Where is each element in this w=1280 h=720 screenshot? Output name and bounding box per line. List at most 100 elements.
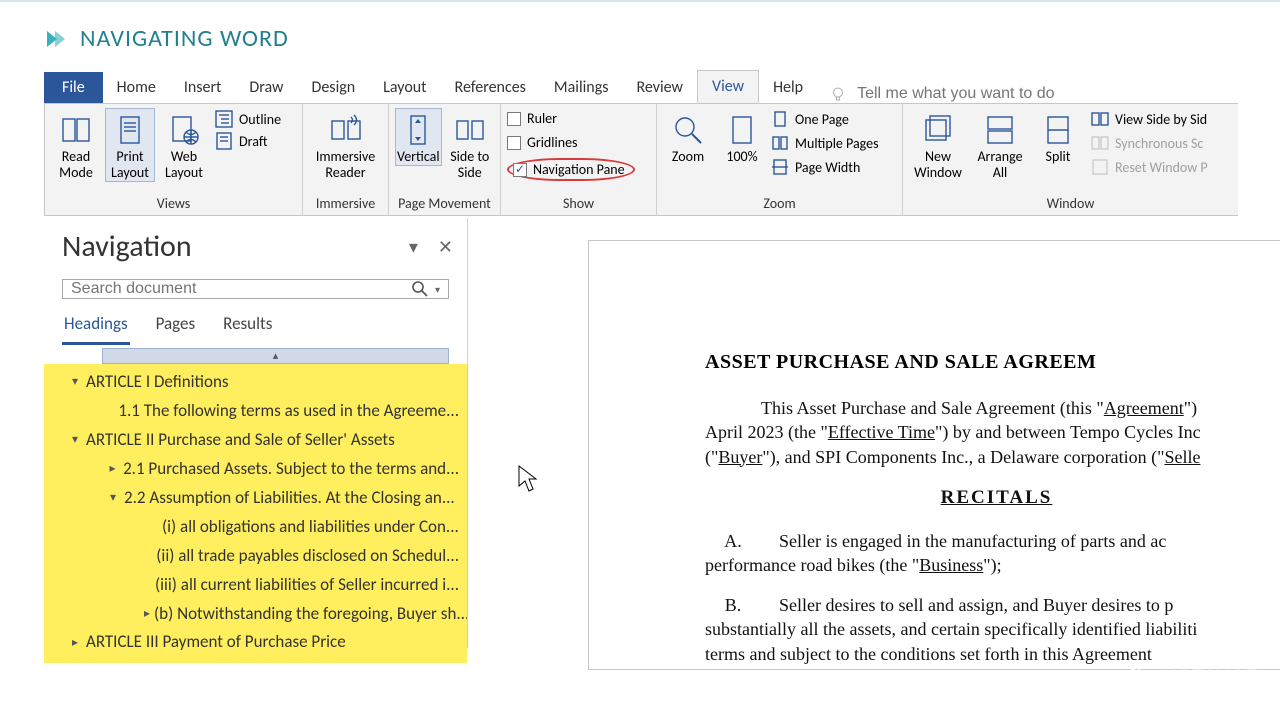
watermark: HOTSHOT: [1131, 663, 1258, 690]
tab-review[interactable]: Review: [622, 72, 697, 103]
group-label-show: Show: [501, 193, 656, 215]
recitals-heading: RECITALS: [705, 485, 1280, 511]
tab-view[interactable]: View: [697, 70, 759, 103]
nav-tree-label: 2.1 Purchased Assets. Subject to the ter…: [123, 458, 459, 481]
document-area[interactable]: ASSET PURCHASE AND SALE AGREEM This Asse…: [468, 218, 1238, 648]
navigation-tabs: Headings Pages Results: [44, 309, 467, 346]
group-label-page-movement: Page Movement: [389, 193, 500, 215]
expander-icon[interactable]: ▸: [68, 635, 82, 651]
multiple-pages-button[interactable]: Multiple Pages: [771, 134, 879, 152]
collapse-all-bar[interactable]: ▴: [102, 348, 449, 364]
tab-mailings[interactable]: Mailings: [540, 72, 623, 103]
side-to-side-button[interactable]: Side to Side: [446, 108, 494, 182]
immersive-reader-button[interactable]: Immersive Reader: [317, 108, 375, 182]
ribbon-tab-row: File Home Insert Draw Design Layout Refe…: [44, 73, 1280, 103]
reset-window-position-button: Reset Window P: [1091, 158, 1208, 176]
tab-file[interactable]: File: [44, 72, 103, 103]
tell-me-input[interactable]: [857, 85, 1117, 103]
print-layout-button[interactable]: Print Layout: [105, 108, 155, 182]
nav-tree-item[interactable]: ▾ARTICLE II Purchase and Sale of Seller'…: [44, 426, 467, 455]
document-body: This Asset Purchase and Sale Agreement (…: [705, 396, 1280, 666]
red-circle-highlight: Navigation Pane: [507, 158, 635, 181]
sync-scroll-icon: [1091, 134, 1109, 152]
navtab-pages[interactable]: Pages: [154, 309, 198, 345]
navigation-search[interactable]: ▾: [62, 279, 449, 299]
navigation-search-input[interactable]: [71, 280, 411, 298]
nav-tree-label: (ii) all trade payables disclosed on Sch…: [156, 545, 459, 568]
zoom-100-button[interactable]: 100%: [717, 108, 767, 166]
arrange-all-button[interactable]: Arrange All: [971, 108, 1029, 182]
chevron-down-icon[interactable]: ▾: [409, 236, 418, 258]
nav-tree-item[interactable]: ▸(b) Notwithstanding the foregoing, Buye…: [44, 600, 467, 629]
book-icon: [59, 113, 93, 147]
group-label-immersive: Immersive: [303, 193, 388, 215]
new-window-button[interactable]: New Window: [909, 108, 967, 182]
nav-tree-item[interactable]: ▾2.2 Assumption of Liabilities. At the C…: [44, 484, 467, 513]
nav-tree-item[interactable]: ▸ARTICLE III Payment of Purchase Price: [44, 628, 467, 657]
expander-icon[interactable]: ▾: [68, 374, 82, 390]
expander-icon[interactable]: ▸: [144, 606, 150, 622]
zoom-button[interactable]: Zoom: [663, 108, 713, 166]
group-label-window: Window: [903, 193, 1238, 215]
ribbon-body: Read Mode Print Layout Web Layout Outlin…: [44, 103, 1238, 216]
nav-tree-label: 1.1 The following terms as used in the A…: [118, 400, 459, 423]
tell-me-search[interactable]: [829, 85, 1117, 103]
app-title-bar: NAVIGATING WORD: [0, 0, 1280, 75]
navtab-results[interactable]: Results: [221, 309, 274, 345]
search-icon[interactable]: [411, 280, 429, 298]
outline-button[interactable]: Outline: [215, 110, 281, 128]
one-page-button[interactable]: One Page: [771, 110, 879, 128]
new-window-icon: [921, 113, 955, 147]
draft-icon: [215, 132, 233, 150]
read-mode-button[interactable]: Read Mode: [51, 108, 101, 182]
reset-window-icon: [1091, 158, 1109, 176]
search-dropdown-icon[interactable]: ▾: [435, 283, 440, 296]
group-label-views: Views: [45, 193, 302, 215]
tab-layout[interactable]: Layout: [369, 72, 440, 103]
tab-help[interactable]: Help: [759, 72, 817, 103]
split-button[interactable]: Split: [1033, 108, 1083, 166]
page-100-icon: [725, 113, 759, 147]
nav-tree-item[interactable]: ▾ARTICLE I Definitions: [44, 368, 467, 397]
ruler-checkbox[interactable]: Ruler: [507, 110, 635, 127]
arrange-all-icon: [983, 113, 1017, 147]
draft-button[interactable]: Draft: [215, 132, 281, 150]
watermark-text: HOTSHOT: [1162, 663, 1258, 690]
outline-icon: [215, 110, 233, 128]
gridlines-checkbox[interactable]: Gridlines: [507, 134, 635, 151]
navtab-headings[interactable]: Headings: [62, 309, 130, 345]
expander-icon[interactable]: ▾: [68, 432, 82, 448]
cursor-icon: [516, 464, 538, 494]
expander-icon[interactable]: ▸: [106, 461, 119, 477]
vertical-button[interactable]: Vertical: [395, 108, 442, 166]
nav-tree-label: ARTICLE III Payment of Purchase Price: [86, 631, 346, 654]
lightbulb-icon: [829, 85, 847, 103]
view-side-by-side-button[interactable]: View Side by Sid: [1091, 110, 1208, 128]
navigation-pane-checkbox[interactable]: Navigation Pane: [507, 158, 635, 181]
tab-home[interactable]: Home: [103, 72, 170, 103]
tab-design[interactable]: Design: [298, 72, 370, 103]
side-to-side-icon: [453, 113, 487, 147]
navigation-tree: ▾ARTICLE I Definitions 1.1 The following …: [44, 364, 467, 663]
immersive-reader-icon: [329, 113, 363, 147]
nav-tree-item[interactable]: (i) all obligations and liabilities unde…: [44, 513, 467, 542]
close-icon[interactable]: ✕: [438, 236, 453, 258]
document-title: ASSET PURCHASE AND SALE AGREEM: [705, 351, 1280, 374]
expander-icon[interactable]: ▾: [106, 490, 120, 506]
web-layout-button[interactable]: Web Layout: [159, 108, 209, 182]
nav-tree-item[interactable]: (iii) all current liabilities of Seller …: [44, 571, 467, 600]
magnifier-icon: [671, 113, 705, 147]
page-width-button[interactable]: Page Width: [771, 158, 879, 176]
multi-page-icon: [771, 134, 789, 152]
globe-page-icon: [167, 113, 201, 147]
nav-tree-item[interactable]: 1.1 The following terms as used in the A…: [44, 397, 467, 426]
nav-tree-item[interactable]: (ii) all trade payables disclosed on Sch…: [44, 542, 467, 571]
nav-tree-label: (iii) all current liabilities of Seller …: [155, 574, 459, 597]
nav-tree-label: ARTICLE II Purchase and Sale of Seller' …: [86, 429, 395, 452]
tab-draw[interactable]: Draw: [235, 72, 297, 103]
tab-references[interactable]: References: [441, 72, 540, 103]
nav-tree-item[interactable]: ▸2.1 Purchased Assets. Subject to the te…: [44, 455, 467, 484]
document-page: ASSET PURCHASE AND SALE AGREEM This Asse…: [588, 240, 1280, 670]
navigation-pane-title: Navigation: [62, 228, 192, 265]
tab-insert[interactable]: Insert: [170, 72, 236, 103]
